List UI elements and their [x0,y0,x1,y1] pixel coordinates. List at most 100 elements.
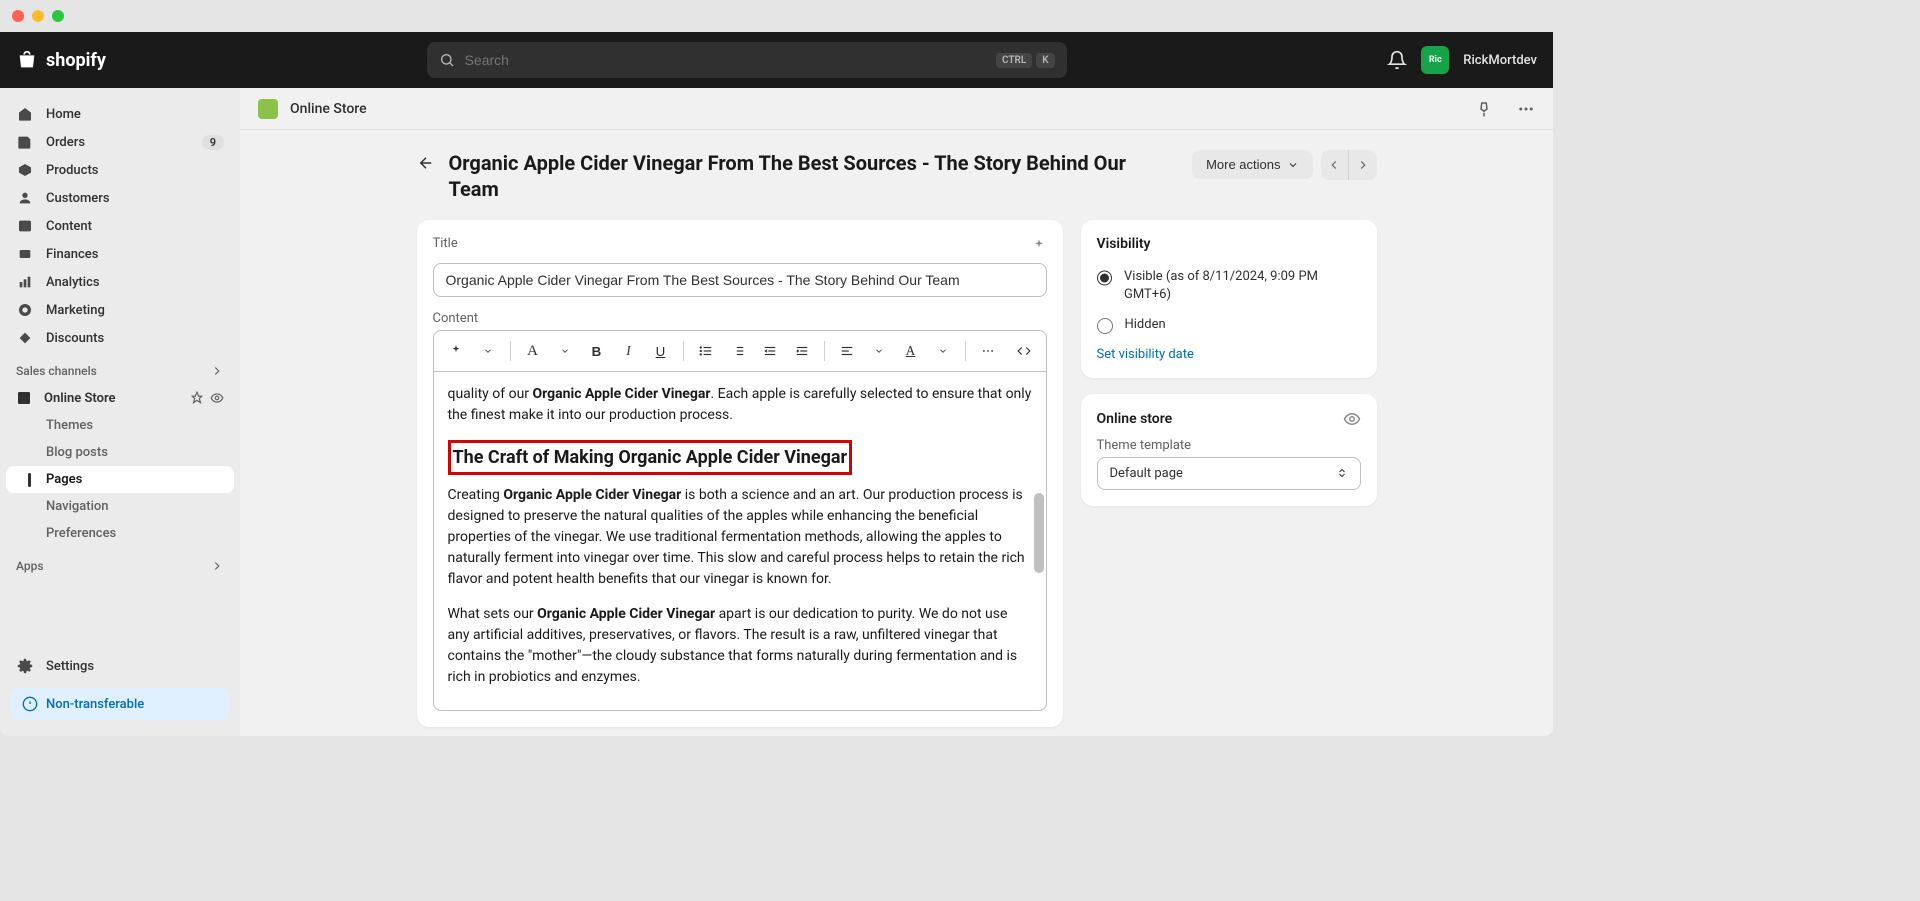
underline-button[interactable]: U [647,337,675,365]
main-header-bar: Online Store [240,88,1553,130]
sidebar-subitem-blog-posts[interactable]: Blog posts [6,439,234,466]
discounts-icon [16,330,34,346]
nav-label: Products [46,163,98,178]
content-heading[interactable]: The Craft of Making Organic Apple Cider … [448,440,1032,475]
window-title-bar [0,0,1553,32]
app-header: shopify CTRL K Ric RickMortdev [0,32,1553,88]
home-icon [16,106,34,122]
sales-channels-header[interactable]: Sales channels [6,352,234,384]
ai-sparkle-icon[interactable] [1031,238,1047,254]
content-icon [16,218,34,234]
italic-button[interactable]: I [615,337,643,365]
finances-icon [16,246,34,262]
bold-button[interactable]: B [583,337,611,365]
visible-radio[interactable] [1097,270,1113,286]
sidebar-item-customers[interactable]: Customers [6,184,234,212]
non-transferable-badge[interactable]: Non-transferable [10,688,230,720]
sidebar-item-products[interactable]: Products [6,156,234,184]
nav-label: Settings [46,659,94,674]
preview-icon[interactable] [1343,410,1361,428]
visibility-header: Visibility [1097,236,1361,252]
main-header-title: Online Store [290,101,367,117]
outdent-button[interactable] [756,337,784,365]
user-avatar[interactable]: Ric [1421,46,1449,74]
content-field-label: Content [433,311,1047,326]
align-button[interactable] [833,337,861,365]
gear-icon [16,658,34,674]
sidebar-item-finances[interactable]: Finances [6,240,234,268]
ai-button[interactable] [442,337,470,365]
sidebar-subitem-navigation[interactable]: Navigation [6,493,234,520]
content-paragraph[interactable]: quality of our Organic Apple Cider Vineg… [448,384,1032,426]
visibility-visible-option[interactable]: Visible (as of 8/11/2024, 9:09 PM GMT+6) [1097,268,1361,304]
view-icon[interactable] [210,391,224,405]
prev-page-button[interactable] [1321,150,1349,180]
indent-button[interactable] [788,337,816,365]
window-minimize-button[interactable] [32,10,44,22]
nav-label: Analytics [46,275,100,290]
marketing-icon [16,302,34,318]
editor-card: Title Content [417,220,1063,727]
content-paragraph[interactable]: What sets our Organic Apple Cider Vinega… [448,604,1032,688]
more-tools-button[interactable] [974,337,1002,365]
text-color-button[interactable]: A [897,337,925,365]
search-input[interactable] [465,52,986,68]
online-store-header: Online store [1097,411,1173,427]
sidebar-item-content[interactable]: Content [6,212,234,240]
sidebar-subitem-pages[interactable]: Pages [6,466,234,493]
window-maximize-button[interactable] [52,10,64,22]
editor-scrollbar[interactable] [1032,382,1046,700]
customers-icon [16,190,34,206]
sidebar-item-settings[interactable]: Settings [6,652,234,680]
bullet-list-button[interactable] [692,337,720,365]
window-close-button[interactable] [12,10,24,22]
title-field-label: Title [433,236,458,251]
visible-label: Visible (as of 8/11/2024, 9:09 PM GMT+6) [1124,268,1361,304]
align-dropdown[interactable] [865,337,893,365]
content-editor[interactable]: quality of our Organic Apple Cider Vineg… [433,371,1047,711]
visibility-hidden-option[interactable]: Hidden [1097,316,1361,334]
sidebar-item-analytics[interactable]: Analytics [6,268,234,296]
hidden-radio[interactable] [1097,318,1113,334]
more-icon[interactable] [1517,100,1535,118]
sidebar-item-home[interactable]: Home [6,100,234,128]
main-panel: Online Store Organic Apple Cider Vinegar… [240,88,1553,736]
highlighted-heading[interactable]: The Craft of Making Organic Apple Cider … [448,440,853,475]
paragraph-style-dropdown[interactable] [551,337,579,365]
set-visibility-date-link[interactable]: Set visibility date [1097,347,1361,362]
template-select[interactable]: Default page [1097,457,1361,490]
sidebar-item-online-store[interactable]: Online Store [6,384,234,412]
text-color-dropdown[interactable] [929,337,957,365]
code-view-button[interactable] [1010,337,1038,365]
paragraph-style-button[interactable]: A [519,337,547,365]
sidebar-item-marketing[interactable]: Marketing [6,296,234,324]
sidebar-item-orders[interactable]: Orders 9 [6,128,234,156]
nav-label: Finances [46,247,98,262]
sidebar-subitem-preferences[interactable]: Preferences [6,520,234,547]
username-label[interactable]: RickMortdev [1463,53,1537,68]
sidebar-item-discounts[interactable]: Discounts [6,324,234,352]
more-actions-button[interactable]: More actions [1192,150,1312,179]
hidden-label: Hidden [1125,316,1166,334]
next-page-button[interactable] [1349,150,1377,180]
nav-label: Discounts [46,331,104,346]
visibility-card: Visibility Visible (as of 8/11/2024, 9:0… [1081,220,1377,378]
page-title: Organic Apple Cider Vinegar From The Bes… [449,150,1179,202]
pin-icon[interactable] [190,391,204,405]
nav-label: Content [46,219,92,234]
back-button[interactable] [417,150,435,172]
numbered-list-button[interactable] [724,337,752,365]
template-label: Theme template [1097,438,1361,453]
search-box[interactable]: CTRL K [427,42,1067,78]
brand-text: shopify [46,50,106,71]
content-paragraph[interactable]: Creating Organic Apple Cider Vinegar is … [448,485,1032,590]
notifications-icon[interactable] [1387,50,1407,70]
nav-label: Orders [46,135,85,150]
title-input[interactable] [433,263,1047,297]
apps-header[interactable]: Apps [6,547,234,579]
store-badge-icon [258,99,278,119]
ai-dropdown[interactable] [474,337,502,365]
shopify-logo[interactable]: shopify [16,49,106,71]
sidebar-subitem-themes[interactable]: Themes [6,412,234,439]
pin-icon[interactable] [1475,100,1493,118]
